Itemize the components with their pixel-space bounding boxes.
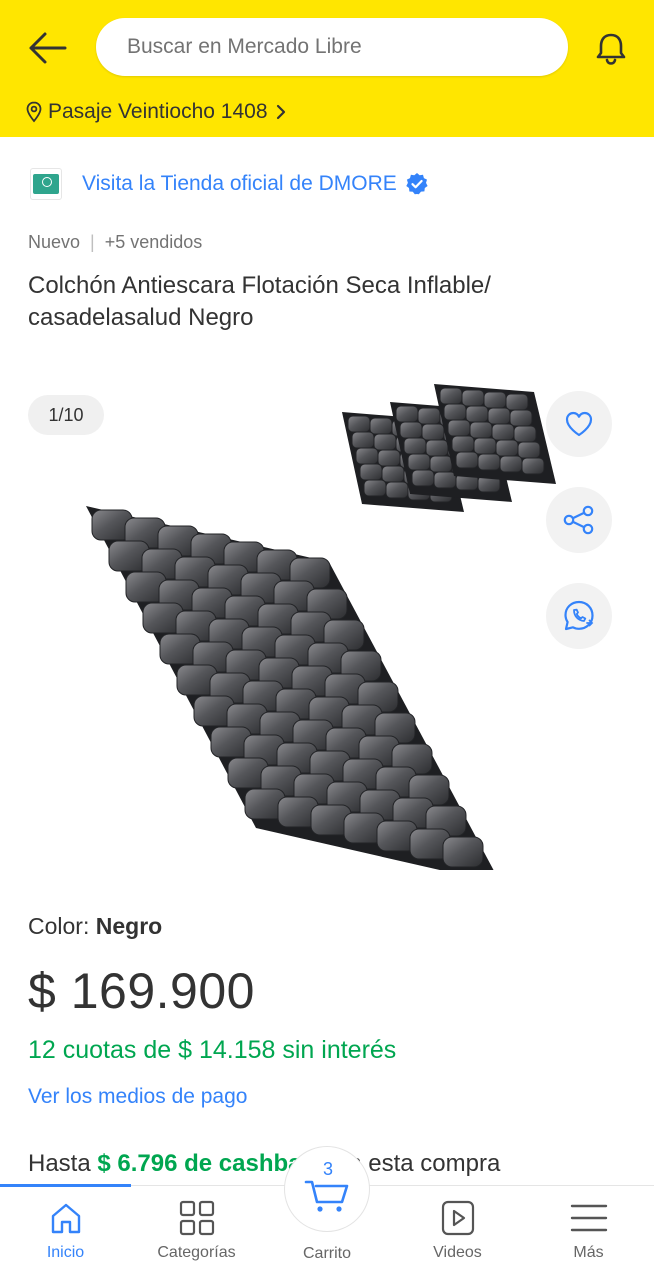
whatsapp-share-button[interactable]	[546, 583, 612, 649]
payment-methods-link[interactable]: Ver los medios de pago	[28, 1085, 247, 1109]
meta-separator: |	[90, 232, 95, 252]
whatsapp-icon	[564, 600, 594, 631]
cashback-text: Hasta $ 6.796 de cashback en esta compra	[28, 1150, 500, 1178]
location-text: Pasaje Veintiocho 1408	[48, 100, 268, 123]
heart-icon	[565, 411, 593, 437]
color-selector-label: Color: Negro	[28, 913, 162, 940]
color-value: Negro	[95, 913, 163, 939]
cart-icon	[304, 1180, 349, 1212]
price: $ 169.900	[28, 963, 255, 1019]
home-icon	[51, 1203, 80, 1234]
store-link-text: Visita la Tienda oficial de DMORE	[82, 172, 397, 195]
product-image[interactable]	[70, 380, 570, 884]
product-title: Colchón Antiescara Flotación Seca Inflab…	[28, 272, 491, 331]
favorite-button[interactable]	[546, 391, 612, 457]
nav-label-carrito: Carrito	[302, 1245, 351, 1262]
arrow-left-icon	[29, 32, 67, 64]
back-button[interactable]	[22, 26, 72, 70]
nav-label-categorias: Categorías	[157, 1244, 236, 1261]
notifications-button[interactable]	[588, 26, 634, 70]
nav-item-carrito[interactable]: 3	[284, 1146, 370, 1232]
color-label: Color:	[28, 913, 96, 939]
image-counter: 1/10	[28, 395, 104, 435]
cart-count-badge: 3	[322, 1159, 333, 1179]
location-selector[interactable]: Pasaje Veintiocho 1408	[26, 97, 286, 127]
grid-icon	[179, 1200, 214, 1236]
chevron-right-icon	[276, 104, 285, 120]
store-logo	[30, 168, 62, 200]
nav-item-inicio[interactable]: Inicio	[0, 1186, 131, 1280]
nav-item-mas[interactable]: Más	[523, 1186, 654, 1280]
play-icon	[441, 1200, 474, 1236]
search-box[interactable]	[96, 18, 568, 76]
bell-icon	[596, 33, 626, 65]
installments-text: 12 cuotas de $ 14.158 sin interés	[28, 1036, 397, 1064]
verified-badge-icon	[405, 172, 429, 196]
nav-item-categorias[interactable]: Categorías	[131, 1186, 262, 1280]
menu-icon	[570, 1204, 607, 1232]
header: Pasaje Veintiocho 1408	[0, 0, 654, 137]
official-store-link[interactable]: Visita la Tienda oficial de DMORE	[30, 164, 429, 204]
share-icon	[563, 505, 594, 535]
search-input[interactable]	[127, 35, 568, 59]
nav-label-mas: Más	[573, 1244, 604, 1261]
nav-label-videos: Videos	[433, 1244, 482, 1261]
share-button[interactable]	[546, 487, 612, 553]
nav-item-videos[interactable]: Videos	[392, 1186, 523, 1280]
location-pin-icon	[26, 101, 42, 123]
condition-text: Nuevo	[28, 232, 81, 252]
sold-count-text: +5 vendidos	[104, 232, 203, 252]
product-meta: Nuevo | +5 vendidos	[28, 232, 202, 253]
cashback-prefix: Hasta	[28, 1150, 98, 1177]
nav-label-inicio: Inicio	[46, 1244, 85, 1261]
